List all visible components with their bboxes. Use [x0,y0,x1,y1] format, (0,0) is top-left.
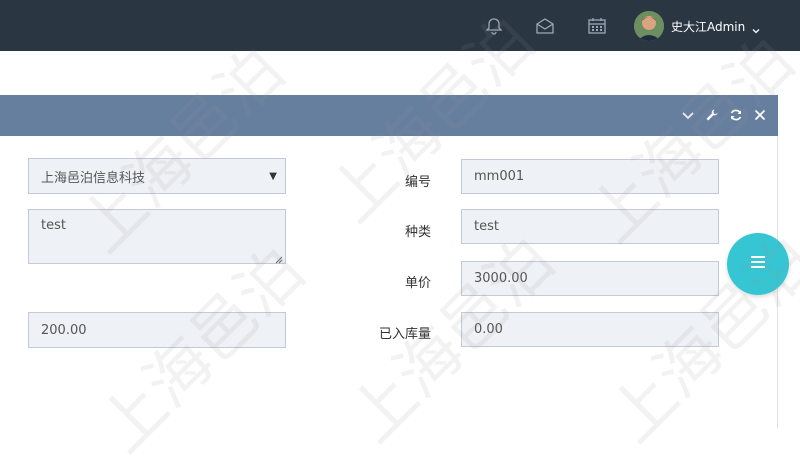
resize-handle-icon[interactable] [275,253,283,264]
wrench-icon[interactable] [704,107,720,123]
chevron-down-icon [751,21,761,34]
unit-price-label: 单价 [404,276,431,291]
bell-icon[interactable] [482,14,506,38]
notes-value: test [41,218,66,233]
chevron-down-icon[interactable] [680,107,696,123]
user-name: 史大江Admin [671,19,746,34]
portlet-header [0,95,778,136]
code-value: mm001 [474,169,525,184]
category-field[interactable]: test [461,209,719,244]
quick-menu-button[interactable] [727,233,789,295]
form-panel: 上海邑泊信息科技 ▼ test 200.00 编号 mm001 种类 test … [0,136,778,428]
top-navbar: 史大江Admin [0,0,800,51]
page-toolbar-area [0,51,800,95]
avatar [634,11,664,41]
stocked-quantity-value: 0.00 [474,322,503,337]
menu-icon [748,254,768,274]
unit-price-value: 3000.00 [474,271,528,286]
category-value: test [474,219,499,234]
amount-field[interactable]: 200.00 [28,312,286,348]
calendar-icon[interactable] [585,14,609,38]
envelope-icon[interactable] [533,14,557,38]
stocked-quantity-field[interactable]: 0.00 [461,312,719,347]
company-select[interactable]: 上海邑泊信息科技 ▼ [28,158,286,194]
code-label: 编号 [404,175,431,190]
amount-value: 200.00 [41,322,87,338]
caret-down-icon: ▼ [269,171,277,182]
close-icon[interactable] [752,107,768,123]
portlet-tools [680,107,768,123]
category-label: 种类 [404,225,431,240]
unit-price-field[interactable]: 3000.00 [461,261,719,296]
stocked-quantity-label: 已入库量 [378,327,431,342]
code-field[interactable]: mm001 [461,159,719,194]
notes-textarea[interactable]: test [28,209,286,264]
refresh-icon[interactable] [728,107,744,123]
user-menu[interactable]: 史大江Admin [634,10,761,42]
company-select-value: 上海邑泊信息科技 [41,170,146,186]
